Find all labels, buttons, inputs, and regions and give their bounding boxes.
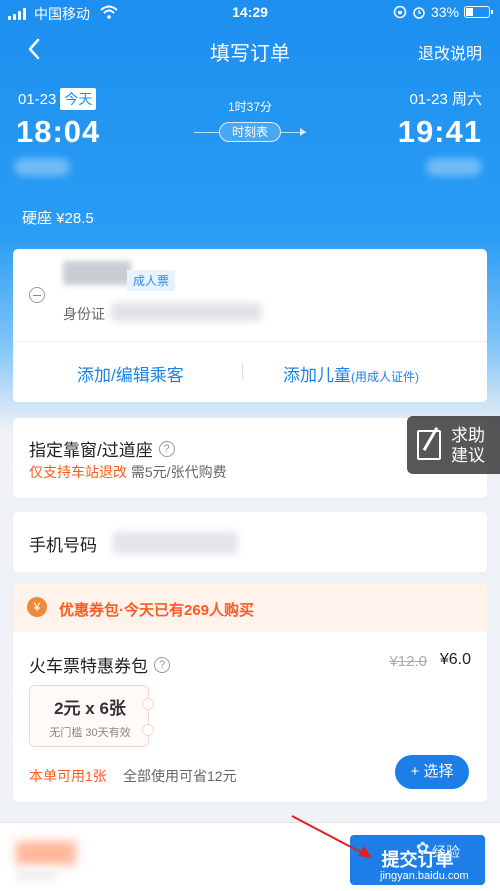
bottom-bar: 提交订单	[0, 822, 500, 891]
feedback-button[interactable]: 求助建议	[407, 416, 500, 474]
help-icon[interactable]: ?	[154, 656, 170, 673]
refund-info-link[interactable]: 退改说明	[418, 40, 482, 64]
voucher-ticket: 2元 x 6张 无门槛 30天有效	[29, 685, 154, 747]
passenger-card: 成人票 身份证 添加/编辑乘客 添加儿童(用成人证件)	[13, 249, 487, 402]
departure-station-blurred	[14, 158, 70, 176]
seat-price: 硬座 ¥28.5	[22, 210, 94, 227]
status-right: 33%	[393, 4, 493, 20]
divider	[13, 341, 487, 342]
arrival-time: 19:41	[397, 114, 482, 149]
battery-percent: 33%	[430, 4, 459, 20]
coupon-card: ¥ 优惠券包·今天已有269人购买 火车票特惠券包 ? ¥12.0 ¥6.0 2…	[13, 584, 487, 802]
save-note: 全部使用可省12元	[123, 768, 237, 784]
arrival-date: 01-23 周六	[409, 91, 482, 108]
status-bar: 中国移动 14:29 33%	[0, 0, 500, 26]
id-type-label: 身份证	[63, 306, 105, 322]
rotation-lock-icon	[393, 5, 407, 19]
passenger-name-blurred	[63, 261, 131, 285]
original-price: ¥12.0	[389, 653, 427, 670]
train-info: 01-23 今天 18:04 1时37分 时刻表 01-23 周六 19:41	[0, 86, 500, 206]
arrival-station-blurred	[426, 158, 482, 176]
alarm-icon	[413, 7, 425, 19]
departure-time: 18:04	[16, 114, 101, 149]
current-price: ¥6.0	[439, 651, 471, 668]
usable-note: 本单可用1张	[29, 768, 107, 784]
ticket-type-badge: 成人票	[127, 270, 176, 291]
phone-card[interactable]: 手机号码	[13, 512, 487, 572]
submit-order-button[interactable]: 提交订单	[350, 835, 485, 885]
seat-preference-note: 仅支持车站退改 需5元/张代购费	[29, 464, 227, 480]
id-number-blurred	[111, 303, 261, 321]
battery-icon	[464, 6, 493, 18]
select-coupon-button[interactable]: + 选择	[395, 755, 469, 789]
coupon-title: 火车票特惠券包 ?	[29, 652, 170, 677]
money-bag-icon: ¥	[27, 597, 47, 617]
divider	[242, 363, 243, 379]
coupon-header: ¥ 优惠券包·今天已有269人购买	[13, 584, 487, 632]
timetable-button[interactable]: 时刻表	[219, 122, 281, 142]
route-arrow-icon	[300, 128, 306, 136]
add-child-button[interactable]: 添加儿童(用成人证件)	[283, 361, 419, 386]
total-price-blurred	[16, 841, 76, 865]
remove-passenger-icon[interactable]	[29, 287, 45, 303]
help-icon[interactable]: ?	[158, 440, 175, 457]
edit-note-icon	[417, 430, 441, 460]
add-edit-passenger-button[interactable]: 添加/编辑乘客	[77, 361, 184, 386]
price-detail-blurred	[16, 869, 56, 881]
nav-bar: 填写订单 退改说明	[0, 30, 500, 70]
seat-preference-title: 指定靠窗/过道座 ?	[29, 436, 175, 461]
phone-number-blurred[interactable]	[113, 532, 238, 554]
phone-label: 手机号码	[29, 536, 97, 555]
